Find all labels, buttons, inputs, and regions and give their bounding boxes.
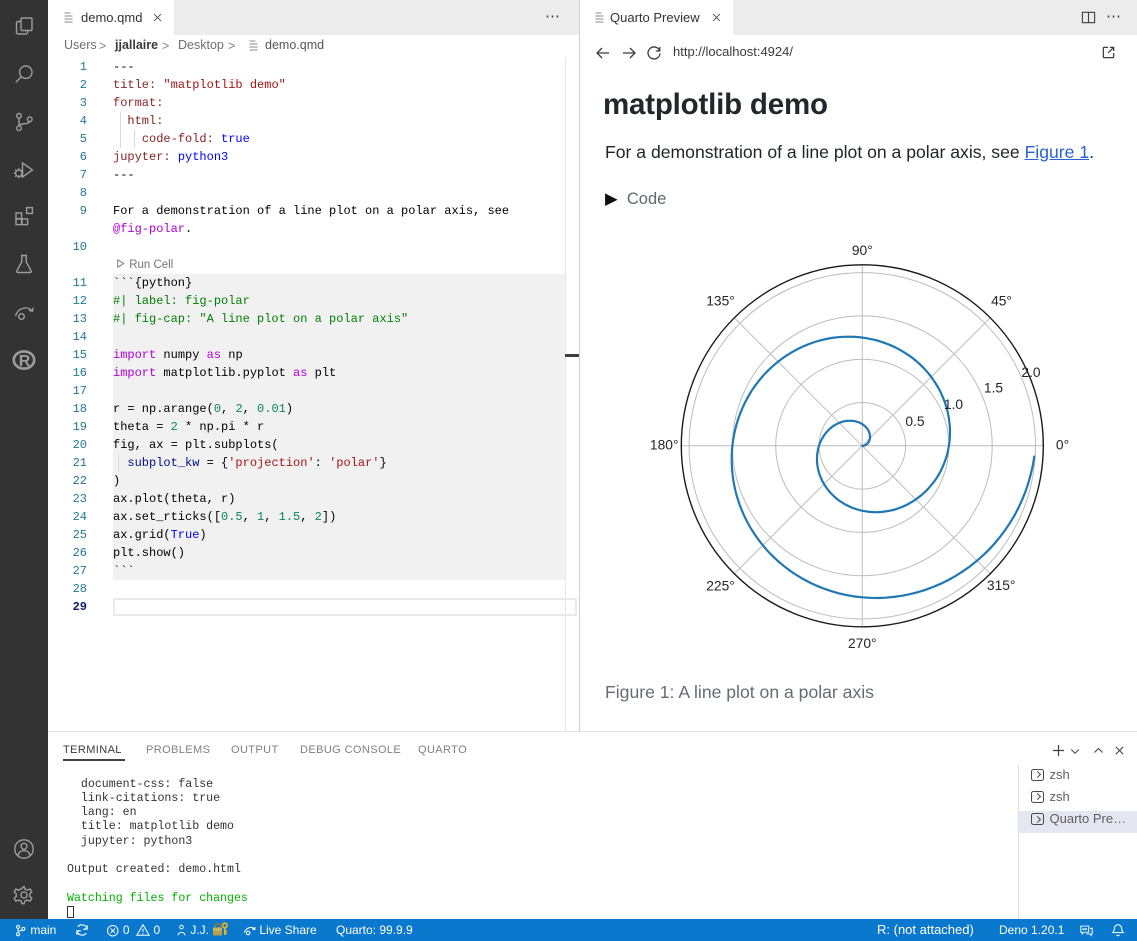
svg-text:1.0: 1.0 — [944, 397, 964, 412]
svg-text:45°: 45° — [991, 294, 1012, 309]
svg-text:R: R — [19, 353, 31, 370]
svg-text:225°: 225° — [706, 579, 735, 594]
svg-text:135°: 135° — [706, 294, 735, 309]
svg-text:0.5: 0.5 — [905, 414, 925, 429]
svg-text:0°: 0° — [1056, 437, 1069, 452]
svg-text:90°: 90° — [852, 243, 873, 258]
svg-text:2.0: 2.0 — [1021, 365, 1041, 380]
svg-text:315°: 315° — [987, 578, 1016, 593]
svg-text:1.5: 1.5 — [984, 381, 1004, 396]
svg-text:180°: 180° — [650, 437, 679, 452]
svg-text:270°: 270° — [848, 636, 877, 651]
